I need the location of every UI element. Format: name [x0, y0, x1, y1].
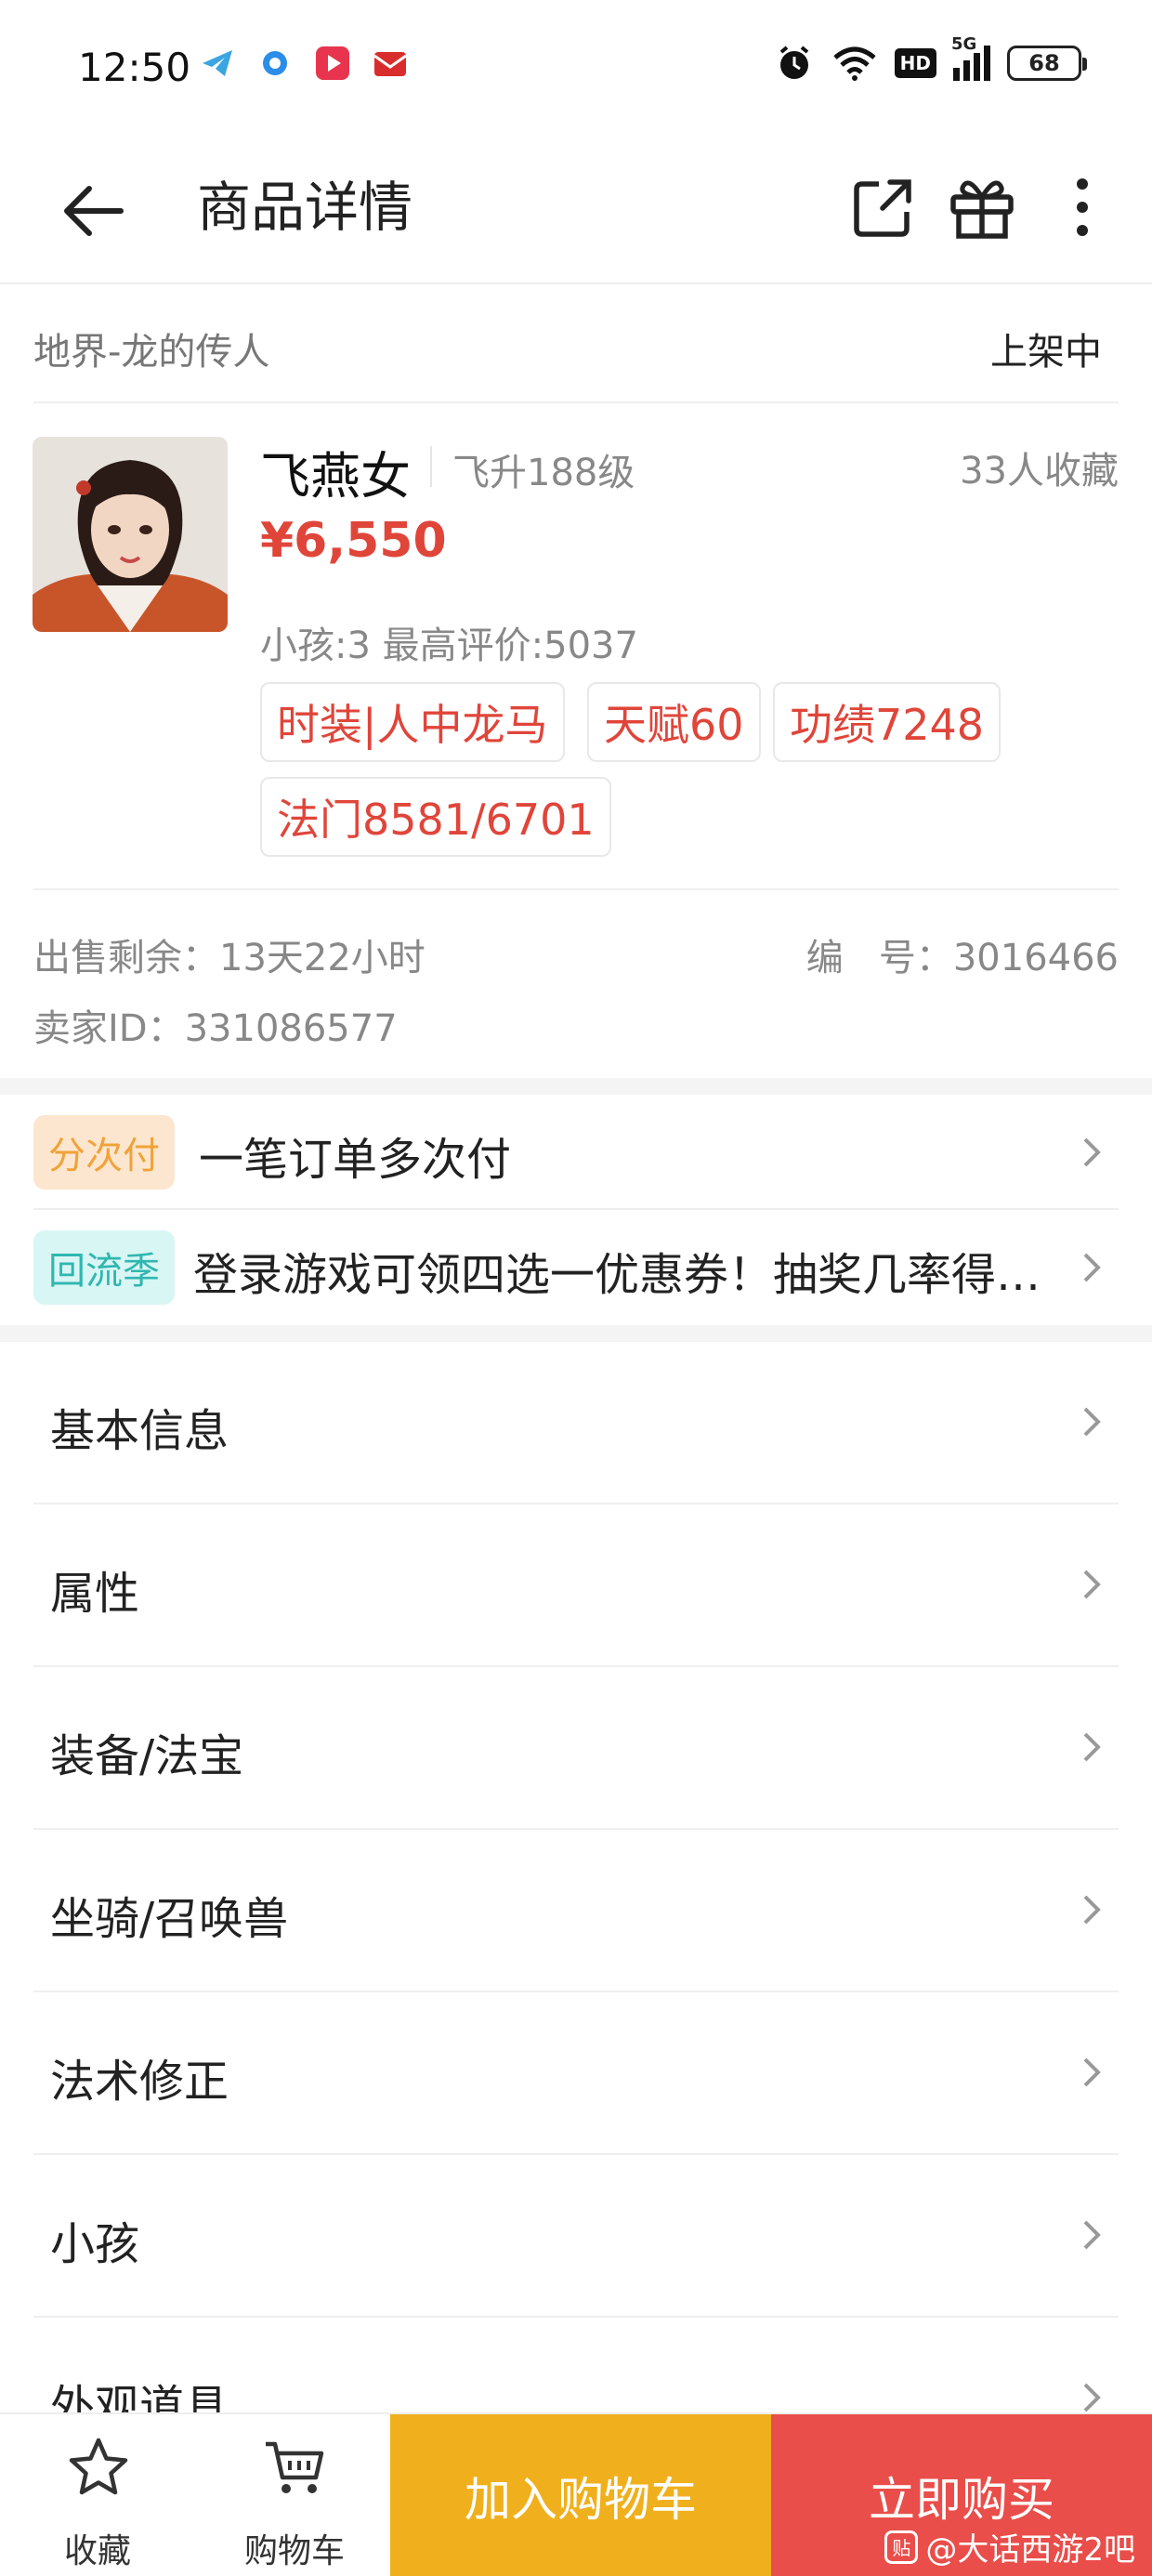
- mail-app-icon: [373, 52, 407, 76]
- chevron-right-icon: [1083, 1253, 1101, 1282]
- section-equipment[interactable]: 装备/法宝: [33, 1667, 1119, 1830]
- chevron-right-icon: [1083, 1570, 1101, 1599]
- page-title: 商品详情: [197, 176, 413, 239]
- signal-icon: 5G: [951, 34, 990, 81]
- chevron-right-icon: [1083, 2383, 1101, 2412]
- chevron-right-icon: [1083, 1407, 1101, 1437]
- character-avatar[interactable]: [33, 437, 228, 632]
- favorite-label: 收藏: [63, 2532, 131, 2570]
- character-level: 飞升188级: [452, 452, 635, 494]
- character-meta: 小孩:3 最高评价:5037: [260, 624, 638, 667]
- tag-talent: 天赋60: [587, 682, 761, 762]
- chevron-right-icon: [1083, 1732, 1101, 1762]
- tag-outfit: 时装|人中龙马: [260, 682, 565, 762]
- chevron-right-icon: [1083, 1137, 1101, 1167]
- server-name: 地界-龙的传人: [33, 331, 270, 374]
- section-label: 坐骑/召唤兽: [50, 1893, 289, 1945]
- cart-tab-button[interactable]: 购物车: [206, 2414, 383, 2576]
- character-name: 飞燕女: [260, 447, 411, 506]
- tag-merit: 功绩7248: [773, 682, 1001, 762]
- star-icon: [69, 2438, 128, 2495]
- browser-icon: [263, 51, 287, 75]
- name-separator: [430, 446, 432, 487]
- section-label: 法术修正: [50, 2056, 229, 2108]
- chevron-right-icon: [1083, 1895, 1101, 1925]
- chevron-right-icon: [1083, 2057, 1101, 2087]
- promo-return-season[interactable]: 回流季 登录游戏可领四选一优惠券！抽奖几率得…: [33, 1210, 1119, 1325]
- wifi-icon: [833, 46, 876, 81]
- item-number: 编 号：3016466: [805, 937, 1119, 979]
- promo-badge-return: 回流季: [33, 1230, 175, 1305]
- hd-badge: HD: [894, 48, 936, 78]
- section-gap: [0, 1078, 1152, 1095]
- shopping-cart-icon: [266, 2441, 324, 2493]
- chevron-right-icon: [1083, 2220, 1101, 2250]
- battery-indicator: 68: [1007, 46, 1087, 81]
- promo-badge-installment: 分次付: [33, 1115, 175, 1189]
- section-label: 属性: [50, 1568, 140, 1620]
- video-app-icon: [316, 46, 349, 80]
- watermark-text: @大话西游2吧: [925, 2531, 1135, 2569]
- status-indicators: HD 5G 68: [774, 34, 1087, 84]
- status-time: 12:50: [78, 45, 191, 90]
- promo-installment[interactable]: 分次付 一笔订单多次付: [33, 1095, 1119, 1210]
- tieba-icon: 贴: [884, 2530, 919, 2564]
- section-gap: [0, 1325, 1152, 1342]
- tag-skill-school: 法门8581/6701: [260, 777, 611, 857]
- add-to-cart-button[interactable]: 加入购物车: [390, 2414, 771, 2576]
- sale-time-left: 出售剩余：13天22小时: [33, 937, 425, 979]
- cart-label: 购物车: [243, 2532, 345, 2570]
- alarm-icon: [779, 46, 808, 79]
- divider: [33, 888, 1119, 890]
- section-spell-correction[interactable]: 法术修正: [33, 1992, 1119, 2155]
- listing-status: 上架中: [990, 331, 1102, 374]
- section-label: 基本信息: [50, 1405, 229, 1457]
- back-arrow-icon[interactable]: [52, 169, 136, 253]
- telegram-icon: [203, 50, 232, 76]
- section-label: 小孩: [50, 2218, 140, 2270]
- gift-icon[interactable]: [940, 165, 1024, 249]
- favorite-count: 33人收藏: [960, 450, 1119, 493]
- status-app-icons: [199, 45, 409, 82]
- section-label: 装备/法宝: [50, 1730, 244, 1782]
- section-mounts-pets[interactable]: 坐骑/召唤兽: [33, 1830, 1119, 1992]
- network-label: 5G: [951, 34, 977, 54]
- section-children[interactable]: 小孩: [33, 2155, 1119, 2318]
- section-basic-info[interactable]: 基本信息: [33, 1342, 1119, 1505]
- promo-text-installment: 一笔订单多次付: [199, 1134, 512, 1186]
- section-attributes[interactable]: 属性: [33, 1505, 1119, 1667]
- more-vertical-icon[interactable]: [1041, 165, 1124, 249]
- share-icon[interactable]: [842, 165, 925, 249]
- favorite-button[interactable]: 收藏: [9, 2414, 186, 2576]
- watermark: 贴 @大话西游2吧: [884, 2524, 1135, 2569]
- price: ¥6,550: [260, 513, 447, 569]
- seller-id: 卖家ID：331086577: [33, 1007, 398, 1050]
- server-row: 地界-龙的传人 上架中: [33, 284, 1119, 403]
- status-bar: 12:50 HD 5G 68: [0, 0, 1152, 139]
- promo-text-return: 登录游戏可领四选一优惠券！抽奖几率得…: [193, 1249, 1041, 1301]
- top-nav-bar: 商品详情: [0, 139, 1152, 284]
